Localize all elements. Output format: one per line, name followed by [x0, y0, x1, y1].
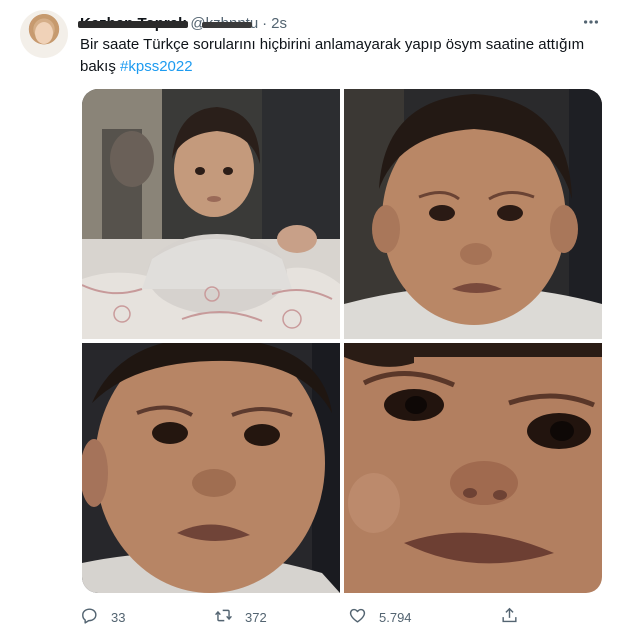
- avatar[interactable]: [20, 10, 68, 58]
- reply-count: 33: [111, 609, 126, 625]
- display-name[interactable]: Kezban Toprak: [77, 15, 189, 32]
- share-button[interactable]: [500, 604, 519, 630]
- ellipsis-icon[interactable]: [581, 12, 601, 32]
- handle[interactable]: @kzbnntu: [190, 15, 258, 32]
- timestamp[interactable]: 2s: [271, 15, 287, 32]
- media-photo-3[interactable]: [82, 343, 340, 593]
- like-button[interactable]: 5.794: [348, 604, 412, 630]
- media-photo-1[interactable]: [82, 89, 340, 339]
- like-count: 5.794: [379, 609, 412, 625]
- tweet-text: Bir saate Türkçe sorularını hiçbirini an…: [80, 34, 600, 78]
- retweet-icon: [214, 606, 233, 628]
- action-bar: 33 372 5.794: [80, 604, 540, 630]
- media-grid: [82, 89, 602, 593]
- tweet[interactable]: Kezban Toprak @kzbnntu · 2s Bir saate Tü…: [0, 0, 631, 640]
- heart-icon: [348, 606, 367, 628]
- tweet-header: Kezban Toprak @kzbnntu · 2s: [77, 12, 287, 34]
- media-photo-2[interactable]: [344, 89, 602, 339]
- hashtag-link[interactable]: #kpss2022: [120, 58, 193, 75]
- separator-dot: ·: [262, 14, 268, 32]
- retweet-count: 372: [245, 609, 267, 625]
- media-photo-4[interactable]: [344, 343, 602, 593]
- reply-button[interactable]: 33: [80, 604, 125, 630]
- retweet-button[interactable]: 372: [214, 604, 267, 630]
- share-icon: [500, 606, 519, 628]
- reply-icon: [80, 606, 99, 628]
